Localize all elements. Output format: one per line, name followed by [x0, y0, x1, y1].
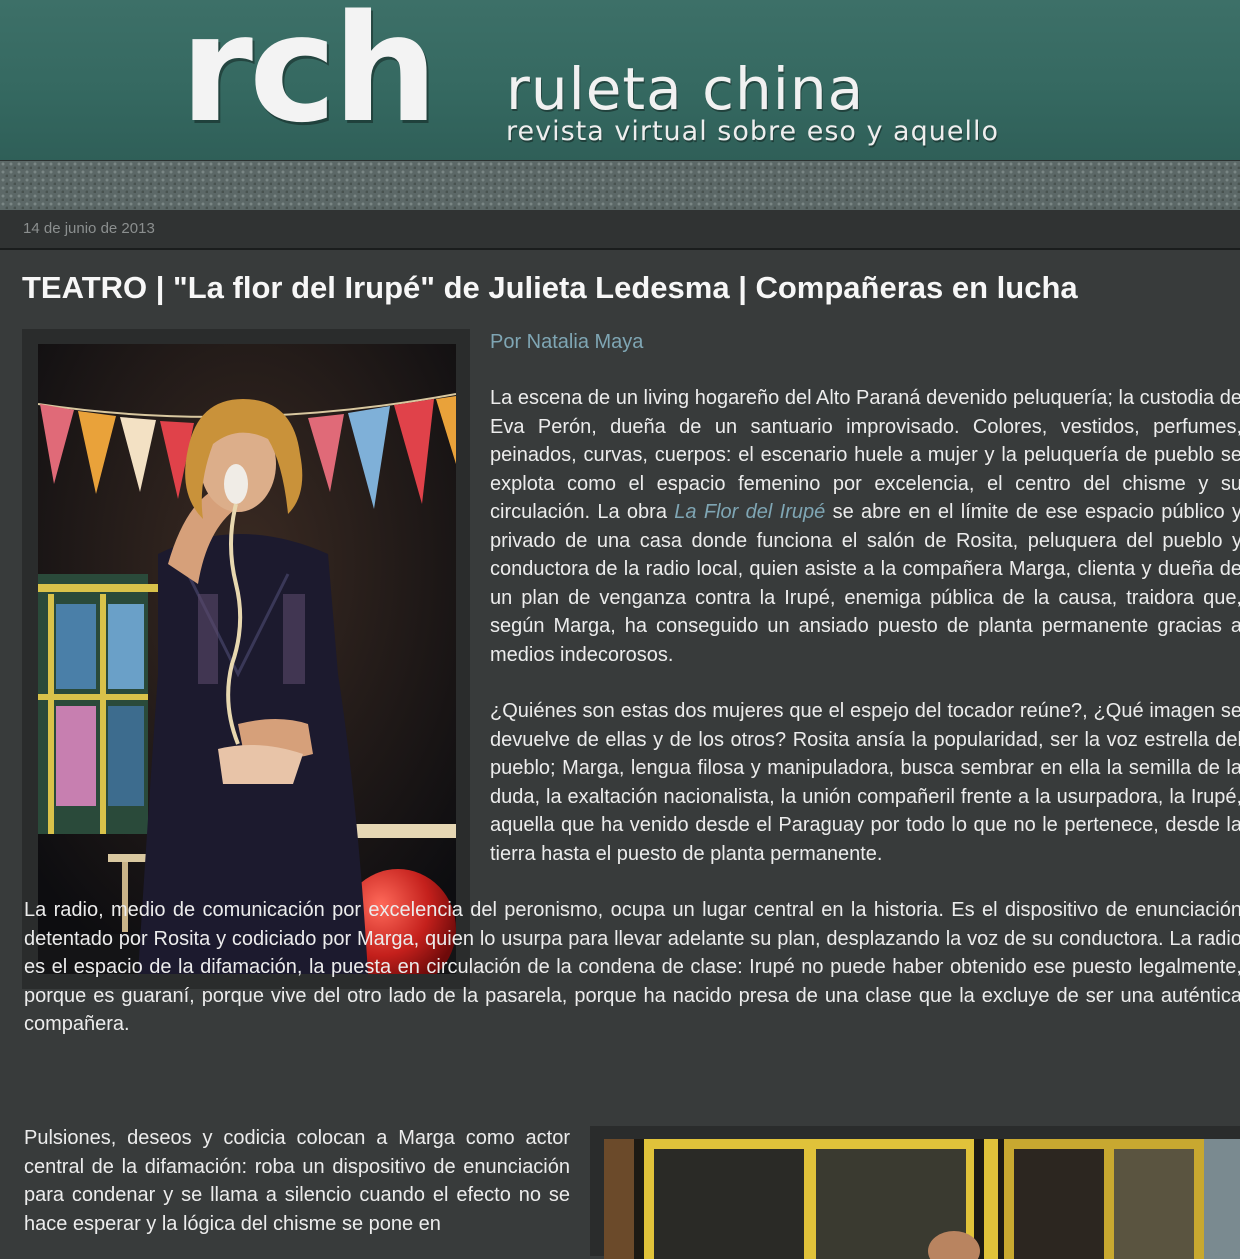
post-paragraph-4: Pulsiones, deseos y codicia colocan a Ma…: [24, 1127, 570, 1235]
header-pattern-band: [0, 160, 1240, 211]
site-name[interactable]: ruleta china: [506, 56, 864, 122]
play-title-link[interactable]: La Flor del Irupé: [674, 501, 825, 523]
paragraph-3-text: La radio, medio de comunicación por exce…: [24, 899, 1240, 1035]
site-tagline: revista virtual sobre eso y aquello: [506, 116, 999, 147]
post-photo-actress-telephone[interactable]: [38, 344, 456, 974]
post-paragraph-2: ¿Quiénes son estas dos mujeres que el es…: [490, 700, 1240, 865]
post-photo-frame: [22, 329, 470, 989]
post-photo-window-scene[interactable]: [604, 1139, 1240, 1259]
post-photo-2-frame: [590, 1126, 1240, 1259]
post-byline: Por Natalia Maya: [490, 331, 644, 353]
site-header: rch ruleta china revista virtual sobre e…: [0, 0, 1240, 160]
post-title[interactable]: TEATRO | "La flor del Irupé" de Julieta …: [22, 268, 1232, 308]
post-paragraph-3: La radio, medio de comunicación por exce…: [24, 896, 1240, 1039]
site-logo-mark[interactable]: rch: [180, 0, 438, 144]
post-paragraph-1: La escena de un living hogareño del Alto…: [490, 384, 1240, 669]
post-date: 14 de junio de 2013: [23, 220, 155, 237]
paragraph-1-text-end: se abre en el límite de ese espacio públ…: [490, 501, 1240, 666]
date-bar: [0, 210, 1240, 250]
